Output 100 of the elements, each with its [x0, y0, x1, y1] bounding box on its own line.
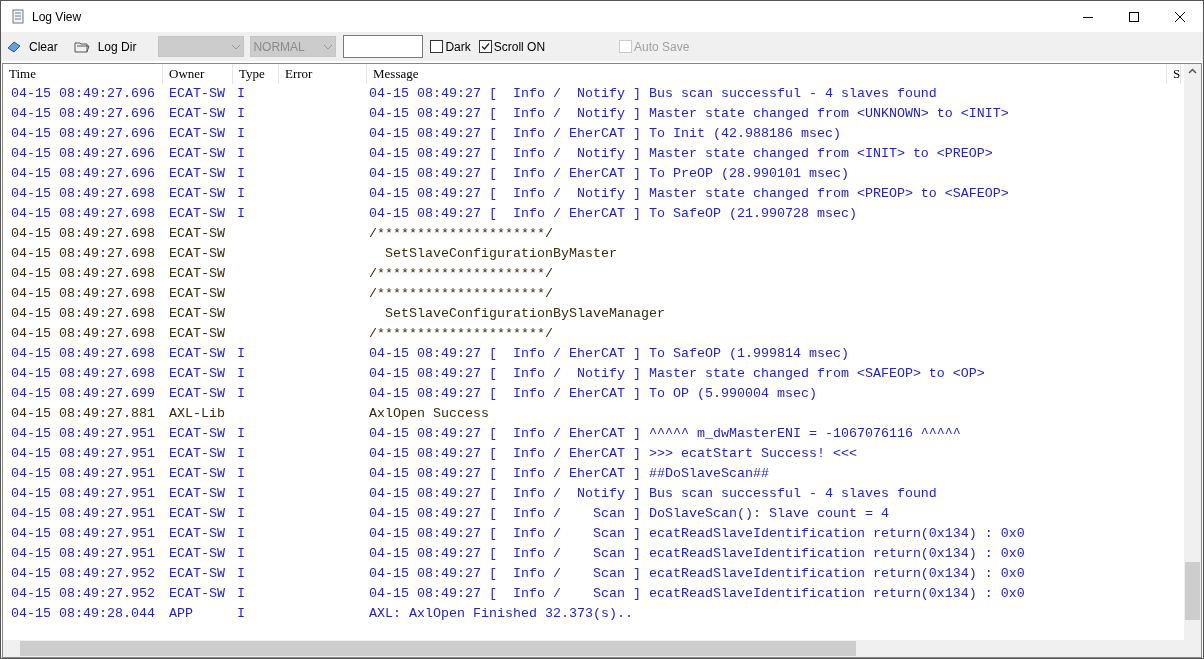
table-cell: AXL: AxlOpen Finished 32.373(s)..: [369, 606, 633, 621]
table-cell: AxlOpen Success: [369, 406, 489, 421]
table-cell: I: [237, 486, 245, 501]
table-cell: 04-15 08:49:27 [ Info / Scan ] DoSlaveScan(): Slave count = 4: [369, 506, 889, 521]
table-cell: 04-15 08:49:27.951: [11, 526, 155, 541]
table-cell: /*********************/: [369, 326, 553, 341]
text-field[interactable]: [343, 35, 424, 58]
vertical-scrollbar[interactable]: [1184, 64, 1201, 640]
table-cell: 04-15 08:49:27.951: [11, 486, 155, 501]
table-cell: ECAT-SW: [169, 426, 225, 441]
table-cell: I: [237, 386, 245, 401]
table-cell: ECAT-SW: [169, 506, 225, 521]
table-cell: 04-15 08:49:27.698: [11, 326, 155, 341]
table-cell: 04-15 08:49:27 [ Info / Scan ] ecatReadSlaveIdentification return(0x134) : 0x0: [369, 546, 1025, 561]
table-cell: 04-15 08:49:27.951: [11, 426, 155, 441]
table-cell: APP: [169, 606, 193, 621]
table-cell: 04-15 08:49:27 [ Info / EherCAT ] >>> ecatStart Success! <<<: [369, 446, 857, 461]
column-header[interactable]: Owner: [163, 64, 233, 84]
table-cell: AXL-Lib: [169, 406, 225, 421]
table-cell: ECAT-SW: [169, 306, 225, 321]
chevron-down-icon: [323, 43, 334, 50]
table-cell: 04-15 08:49:27.952: [11, 566, 155, 581]
checkbox-label: Dark: [445, 38, 471, 56]
checkbox[interactable]: [430, 40, 444, 53]
table-cell: 04-15 08:49:27.698: [11, 266, 155, 281]
table-cell: 04-15 08:49:27 [ Info / Scan ] ecatReadSlaveIdentification return(0x134) : 0x0: [369, 526, 1025, 541]
table-cell: 04-15 08:49:27.951: [11, 546, 155, 561]
table-cell: I: [237, 186, 245, 201]
table-cell: 04-15 08:49:27.881: [11, 406, 155, 421]
table-cell: 04-15 08:49:27 [ Info / EherCAT ] To Init (42.988186 msec): [369, 126, 841, 141]
table-cell: /*********************/: [369, 266, 553, 281]
table-cell: /*********************/: [369, 226, 553, 241]
table-cell: I: [237, 106, 245, 121]
table-cell: 04-15 08:49:27 [ Info / Notify ] Master state changed from <INIT> to <PREOP>: [369, 146, 993, 161]
toolbar-button[interactable]: Log Dir: [73, 37, 137, 56]
column-header[interactable]: Error: [279, 64, 367, 84]
table-cell: ECAT-SW: [169, 126, 225, 141]
column-header[interactable]: S: [1167, 64, 1181, 84]
table-cell: 04-15 08:49:27.698: [11, 346, 155, 361]
table-cell: ECAT-SW: [169, 466, 225, 481]
column-header[interactable]: Type: [233, 64, 279, 84]
table-cell: 04-15 08:49:27 [ Info / EherCAT ] To SafeOP (21.990728 msec): [369, 206, 857, 221]
table-cell: 04-15 08:49:27 [ Info / Notify ] Master state changed from <UNKNOWN> to <INIT>: [369, 106, 1009, 121]
table-cell-text: SetSlaveConfigurationByMaster: [384, 246, 617, 261]
checkbox-label: Scroll ON: [493, 38, 546, 56]
table-cell: ECAT-SW: [169, 326, 225, 341]
scrollbar-thumb[interactable]: [1185, 562, 1200, 620]
table-cell: I: [237, 346, 245, 361]
table-cell: 04-15 08:49:27 [ Info / Scan ] ecatReadSlaveIdentification return(0x134) : 0x0: [369, 566, 1025, 581]
table-cell: ECAT-SW: [169, 86, 225, 101]
table-cell: I: [237, 206, 245, 221]
table-cell: ECAT-SW: [169, 146, 225, 161]
table-cell: /*********************/: [369, 286, 553, 301]
table-cell: I: [237, 426, 245, 441]
column-header[interactable]: Message: [367, 64, 1167, 84]
horizontal-scrollbar[interactable]: [3, 640, 1201, 657]
table-cell: ECAT-SW: [169, 386, 225, 401]
column-header[interactable]: Time: [3, 64, 163, 84]
table-cell: ECAT-SW: [169, 586, 225, 601]
table-cell: 04-15 08:49:27 [ Info / Scan ] ecatReadSlaveIdentification return(0x134) : 0x0: [369, 586, 1025, 601]
table-cell: I: [237, 506, 245, 521]
table-cell: 04-15 08:49:27.696: [11, 146, 155, 161]
table-cell: ECAT-SW: [169, 346, 225, 361]
toolbar-button[interactable]: Clear: [7, 37, 58, 56]
table-cell: ECAT-SW: [169, 246, 225, 261]
table-cell: ECAT-SW: [169, 526, 225, 541]
table-cell: I: [237, 566, 245, 581]
table-cell: ECAT-SW: [169, 486, 225, 501]
table-cell-text: SetSlaveConfigurationBySlaveManager: [384, 306, 665, 321]
table-cell: ECAT-SW: [169, 206, 225, 221]
table-cell: I: [237, 526, 245, 541]
table-cell: 04-15 08:49:27.698: [11, 186, 155, 201]
table-cell: ECAT-SW: [169, 266, 225, 281]
table-cell: 04-15 08:49:27.696: [11, 106, 155, 121]
table-cell: ECAT-SW: [169, 366, 225, 381]
table-cell: ECAT-SW: [169, 166, 225, 181]
table-cell: 04-15 08:49:27.951: [11, 506, 155, 521]
table-cell: 04-15 08:49:27 [ Info / Notify ] Master state changed from <PREOP> to <SAFEOP>: [369, 186, 1009, 201]
table-cell: I: [237, 466, 245, 481]
folder-icon: [73, 40, 90, 53]
table-cell: 04-15 08:49:28.044: [11, 606, 155, 621]
table-cell: 04-15 08:49:27.698: [11, 206, 155, 221]
table-cell: 04-15 08:49:27.696: [11, 126, 155, 141]
table-cell: 04-15 08:49:27 [ Info / EherCAT ] ^^^^^ m_dwMasterENI = -1067076116 ^^^^^: [369, 426, 961, 441]
table-cell: 04-15 08:49:27 [ Info / Notify ] Bus scan successful - 4 slaves found: [369, 486, 937, 501]
table-cell: I: [237, 86, 245, 101]
table-cell: 04-15 08:49:27.698: [11, 286, 155, 301]
table-cell: ECAT-SW: [169, 226, 225, 241]
table-cell: I: [237, 446, 245, 461]
table-cell: 04-15 08:49:27.952: [11, 586, 155, 601]
checkbox[interactable]: [478, 40, 492, 53]
table-cell: ECAT-SW: [169, 446, 225, 461]
table-cell: ECAT-SW: [169, 286, 225, 301]
table-cell: ECAT-SW: [169, 566, 225, 581]
table-cell: 04-15 08:49:27.698: [11, 226, 155, 241]
chevron-down-icon: [231, 43, 242, 50]
table-cell: 04-15 08:49:27.699: [11, 386, 155, 401]
checkbox-label: Auto Save: [634, 38, 690, 56]
scrollbar-thumb[interactable]: [20, 641, 856, 656]
table-cell: 04-15 08:49:27.698: [11, 366, 155, 381]
